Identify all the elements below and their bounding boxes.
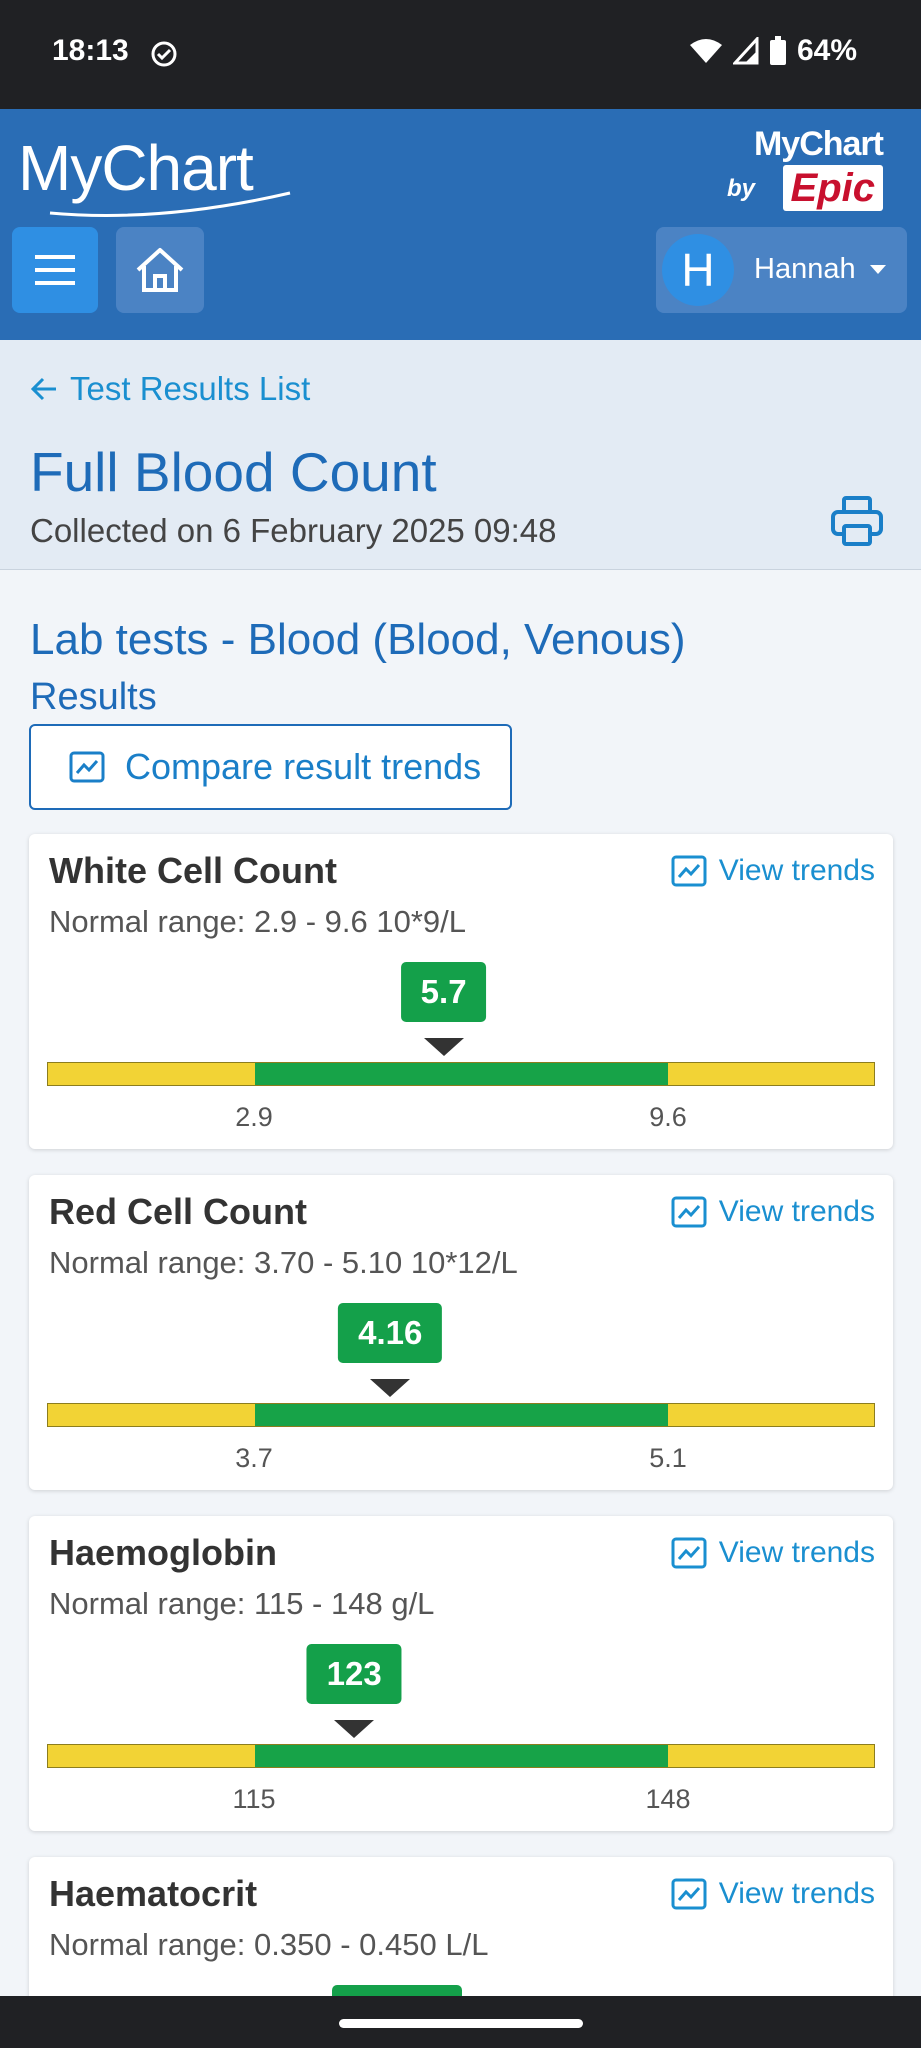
- range-bar: [47, 1744, 875, 1768]
- print-icon[interactable]: [830, 495, 884, 547]
- view-trends-link[interactable]: View trends: [671, 1195, 875, 1229]
- user-name: Hannah: [754, 253, 856, 285]
- section-subtitle: Results: [30, 676, 157, 718]
- range-high-label: 9.6: [649, 1102, 687, 1132]
- battery-icon: [769, 36, 786, 65]
- user-menu-button[interactable]: H Hannah: [656, 227, 907, 313]
- normal-range-segment: [254, 1063, 668, 1085]
- high-range-segment: [667, 1404, 874, 1426]
- value-pointer-icon: [370, 1379, 411, 1397]
- result-value-badge: 4.16: [338, 1303, 443, 1363]
- arrow-left-icon: [30, 377, 56, 401]
- low-range-segment: [48, 1745, 255, 1767]
- battery-percent: 64%: [796, 34, 857, 67]
- range-bar: [47, 1062, 875, 1086]
- check-circle-icon: [151, 41, 177, 67]
- result-card-white-cell-count: White Cell Count View trends Normal rang…: [29, 834, 893, 1149]
- range-bar: [47, 1403, 875, 1427]
- compare-button-label: Compare result trends: [125, 746, 482, 787]
- normal-range-segment: [254, 1745, 668, 1767]
- caret-down-icon: [870, 265, 886, 274]
- range-low-label: 2.9: [235, 1102, 273, 1132]
- mychart-by-epic-logo: MyChart by Epic: [727, 125, 884, 211]
- low-range-segment: [48, 1404, 255, 1426]
- result-value-badge: 123: [306, 1644, 402, 1704]
- range-high-label: 5.1: [649, 1443, 687, 1473]
- normal-range: Normal range: 0.350 - 0.450 L/L: [49, 1927, 489, 1962]
- logo-swoosh: [49, 191, 291, 217]
- view-trends-link[interactable]: View trends: [671, 854, 875, 888]
- normal-range: Normal range: 2.9 - 9.6 10*9/L: [49, 904, 467, 939]
- high-range-segment: [667, 1745, 874, 1767]
- normal-range: Normal range: 3.70 - 5.10 10*12/L: [49, 1245, 518, 1280]
- low-range-segment: [48, 1063, 255, 1085]
- wifi-icon: [689, 39, 722, 63]
- back-to-results-link[interactable]: Test Results List: [30, 370, 310, 408]
- result-name: Red Cell Count: [49, 1191, 307, 1232]
- normal-range: Normal range: 115 - 148 g/L: [49, 1586, 435, 1621]
- trend-chart-icon: [671, 1196, 707, 1228]
- back-link-label: Test Results List: [70, 370, 311, 407]
- result-value-badge: 5.7: [400, 962, 487, 1022]
- result-name: Haematocrit: [49, 1873, 258, 1914]
- trend-chart-icon: [671, 1537, 707, 1569]
- page-title: Full Blood Count: [30, 441, 437, 503]
- range-high-label: 148: [645, 1784, 691, 1814]
- result-name: Haemoglobin: [49, 1532, 278, 1573]
- home-icon: [136, 248, 184, 292]
- normal-range-segment: [254, 1404, 668, 1426]
- range-low-label: 115: [232, 1784, 276, 1814]
- result-card-red-cell-count: Red Cell Count View trends Normal range:…: [29, 1175, 893, 1490]
- value-pointer-icon: [423, 1038, 464, 1056]
- result-name: White Cell Count: [49, 850, 337, 891]
- home-button[interactable]: [116, 227, 204, 313]
- signal-icon: [732, 37, 759, 65]
- hamburger-icon: [35, 255, 75, 285]
- trend-chart-icon: [671, 855, 707, 887]
- range-low-label: 3.7: [235, 1443, 273, 1473]
- section-title: Lab tests - Blood (Blood, Venous): [30, 615, 686, 664]
- trend-chart-icon: [69, 751, 105, 783]
- app-header: MyChart MyChart by Epic H Hannah: [0, 109, 921, 340]
- result-card-haematocrit: Haematocrit View trends Normal range: 0.…: [29, 1857, 893, 2017]
- compare-result-trends-button[interactable]: Compare result trends: [29, 724, 512, 810]
- collected-date: Collected on 6 February 2025 09:48: [30, 512, 557, 549]
- status-time: 18:13: [52, 34, 129, 67]
- result-card-haemoglobin: Haemoglobin View trends Normal range: 11…: [29, 1516, 893, 1831]
- trend-chart-icon: [671, 1878, 707, 1910]
- view-trends-link[interactable]: View trends: [671, 1536, 875, 1570]
- high-range-segment: [667, 1063, 874, 1085]
- home-indicator[interactable]: [339, 2019, 583, 2028]
- page-heading: Test Results List Full Blood Count Colle…: [0, 340, 921, 570]
- status-bar: 18:13 64%: [0, 0, 921, 109]
- value-pointer-icon: [334, 1720, 375, 1738]
- avatar: H: [662, 234, 734, 306]
- menu-button[interactable]: [12, 227, 98, 313]
- view-trends-link[interactable]: View trends: [671, 1877, 875, 1911]
- status-icons: 64%: [689, 34, 857, 68]
